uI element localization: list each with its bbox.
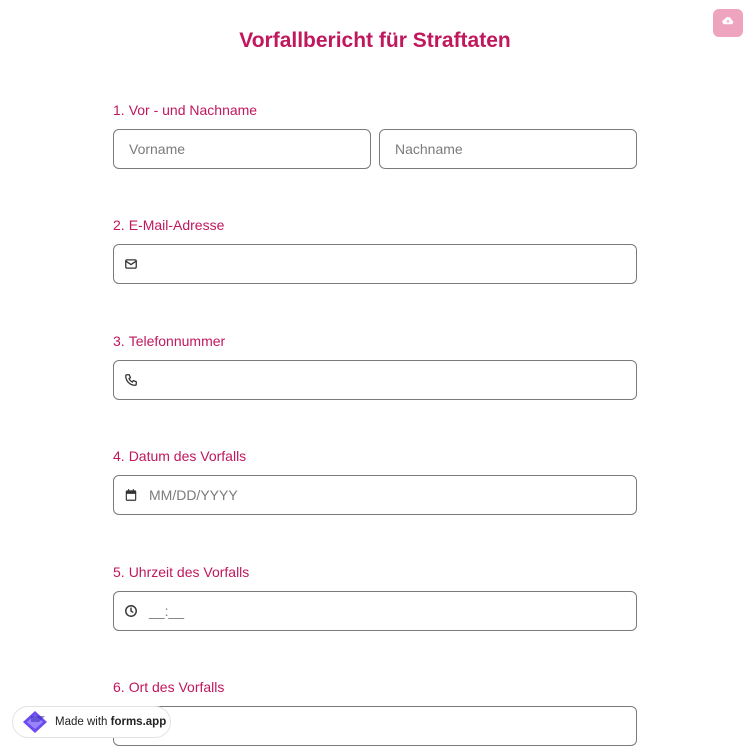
date-input[interactable]: MM/DD/YYYY: [113, 475, 637, 515]
question-5-label: 5. Uhrzeit des Vorfalls: [113, 564, 250, 580]
question-2-label: 2. E-Mail-Adresse: [113, 217, 225, 233]
email-input[interactable]: [113, 244, 637, 284]
form-title: Vorfallbericht für Straftaten: [239, 29, 511, 52]
last-name-placeholder: Nachname: [395, 141, 463, 157]
badge-brand: forms.app: [110, 716, 167, 728]
badge-prefix: Made with: [55, 716, 108, 728]
phone-icon: [124, 373, 138, 387]
location-input[interactable]: [113, 706, 637, 746]
last-name-input[interactable]: Nachname: [379, 129, 637, 169]
question-3-label: 3. Telefonnummer: [113, 333, 226, 349]
made-with-forms-app-badge[interactable]: Made with forms.app: [12, 706, 171, 738]
question-6-label: 6. Ort des Vorfalls: [113, 679, 225, 695]
time-input[interactable]: __:__: [113, 591, 637, 631]
phone-input[interactable]: [113, 360, 637, 400]
first-name-placeholder: Vorname: [129, 141, 186, 157]
forms-app-logo-icon: [21, 710, 51, 734]
mail-icon: [124, 257, 138, 271]
calendar-icon: [124, 488, 138, 502]
question-1-label: 1. Vor - und Nachname: [113, 102, 258, 118]
first-name-input[interactable]: Vorname: [113, 129, 371, 169]
question-4-label: 4. Datum des Vorfalls: [113, 448, 247, 464]
clock-icon: [124, 604, 138, 618]
